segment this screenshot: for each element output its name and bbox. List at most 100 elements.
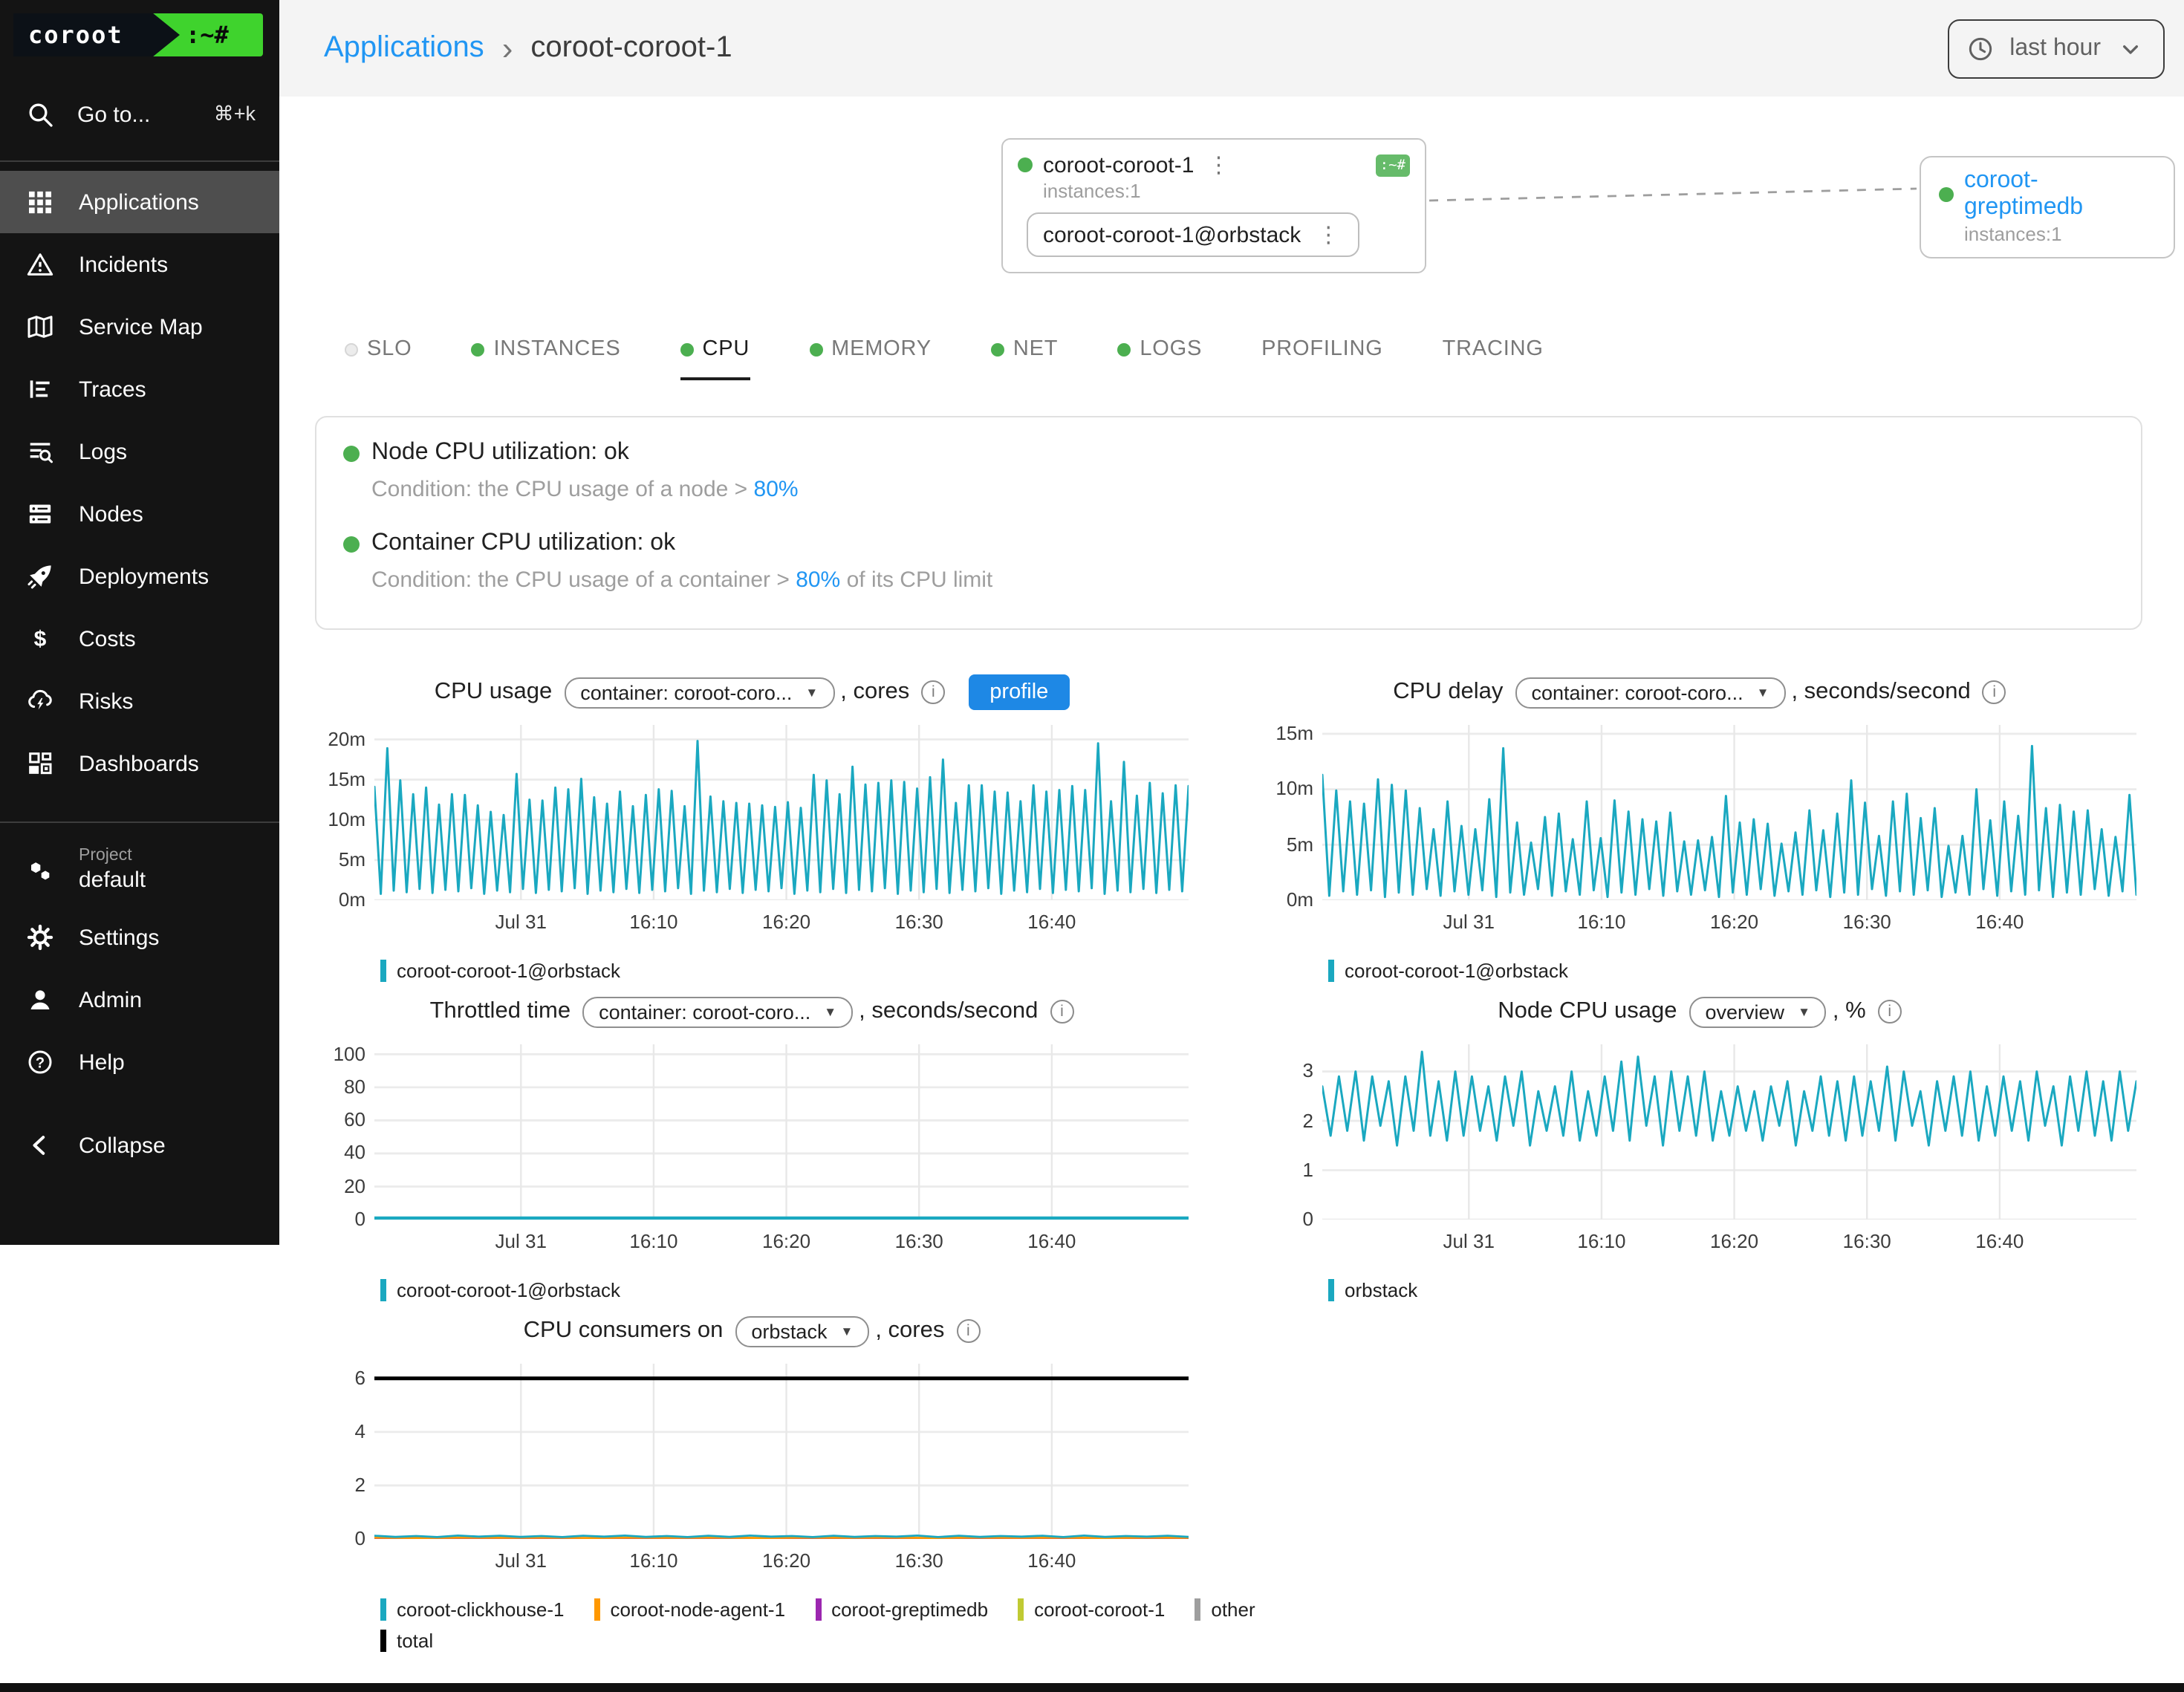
info-icon[interactable]: i [956, 1319, 980, 1343]
sidebar-item-logs[interactable]: Logs [0, 420, 279, 483]
sidebar-item-service-map[interactable]: Service Map [0, 296, 279, 358]
sidebar-item-dashboards[interactable]: Dashboards [0, 732, 279, 795]
series-selector[interactable]: container: coroot-coro...▼ [582, 996, 853, 1027]
info-icon[interactable]: i [921, 680, 945, 704]
y-axis-label: 10m [315, 810, 365, 830]
chart-title: CPU usage [435, 679, 553, 706]
check-condition: Condition: the CPU usage of a container … [371, 566, 2114, 596]
sidebar-item-applications[interactable]: Applications [0, 171, 279, 233]
sidebar-item-costs[interactable]: $Costs [0, 608, 279, 670]
tab-profiling[interactable]: PROFILING [1261, 337, 1383, 380]
sidebar-item-incidents[interactable]: Incidents [0, 233, 279, 296]
legend-item[interactable]: other [1195, 1598, 1255, 1621]
dollar-icon: $ [25, 624, 55, 654]
sidebar-item-settings[interactable]: Settings [0, 906, 279, 969]
tab-label: MEMORY [831, 337, 932, 361]
rocket-icon [25, 562, 55, 591]
info-icon[interactable]: i [1983, 680, 2006, 704]
chart-plot[interactable] [1322, 1044, 2136, 1220]
breadcrumb-applications[interactable]: Applications [324, 31, 484, 65]
threshold-link[interactable]: 80% [796, 567, 840, 593]
y-axis-label: 15m [1263, 723, 1313, 744]
instance-box[interactable]: coroot-coroot-1@orbstack ⋮ [1027, 212, 1359, 257]
tab-instances[interactable]: INSTANCES [471, 337, 620, 380]
sidebar-item-label: Traces [79, 377, 146, 402]
info-icon[interactable]: i [1878, 1000, 1902, 1024]
series-selector[interactable]: overview▼ [1689, 996, 1827, 1027]
breadcrumb-current: coroot-coroot-1 [530, 31, 732, 65]
svg-text:$: $ [34, 627, 47, 651]
legend-swatch [380, 1630, 386, 1652]
tab-net[interactable]: NET [991, 337, 1058, 380]
status-dot [1939, 187, 1954, 202]
x-axis-label: Jul 31 [1443, 911, 1495, 933]
sidebar-item-help[interactable]: ?Help [0, 1031, 279, 1093]
chart-plot[interactable] [374, 725, 1189, 900]
sidebar-item-admin[interactable]: Admin [0, 969, 279, 1031]
coroot-logo[interactable]: coroot :~# [13, 13, 263, 56]
node-selector[interactable]: orbstack▼ [735, 1315, 869, 1347]
sidebar-item-risks[interactable]: Risks [0, 670, 279, 732]
chart-node-cpu-usage: Node CPU usage overview▼ , % i 0123Jul 3… [1263, 994, 2136, 1301]
chart-plot[interactable] [374, 1044, 1189, 1220]
chart-plot[interactable] [374, 1364, 1189, 1539]
x-axis-label: 16:30 [895, 911, 943, 933]
x-axis-label: Jul 31 [495, 911, 547, 933]
chart-title: CPU delay [1393, 679, 1503, 706]
x-axis-label: 16:40 [1027, 1549, 1076, 1572]
sidebar-item-project[interactable]: Project default [0, 835, 279, 906]
apps-grid-icon [25, 187, 55, 217]
goto-search[interactable]: Go to... ⌘+k [0, 89, 279, 140]
terminal-badge[interactable]: :~# [1376, 154, 1410, 176]
legend-item[interactable]: coroot-coroot-1 [1018, 1598, 1165, 1621]
kebab-icon[interactable]: ⋮ [1314, 221, 1342, 248]
sidebar-item-deployments[interactable]: Deployments [0, 545, 279, 608]
tab-label: TRACING [1443, 337, 1544, 361]
threshold-link[interactable]: 80% [754, 477, 799, 502]
legend-item[interactable]: coroot-coroot-1@orbstack [380, 1279, 620, 1301]
sidebar-nav: ApplicationsIncidentsService Map Traces Lo… [0, 171, 279, 795]
info-icon[interactable]: i [1050, 1000, 1073, 1024]
logs-icon [25, 437, 55, 466]
sidebar-item-collapse[interactable]: Collapse [0, 1114, 279, 1177]
legend-item[interactable]: coroot-clickhouse-1 [380, 1598, 564, 1621]
check-title: Node CPU utilization: ok [343, 438, 2114, 468]
chart-throttled-time: Throttled time container: coroot-coro...… [315, 994, 1189, 1301]
legend-swatch [380, 960, 386, 982]
sidebar-item-nodes[interactable]: Nodes [0, 483, 279, 545]
dashboards-icon [25, 749, 55, 778]
sidebar-item-label: Settings [79, 925, 159, 950]
series-selector[interactable]: container: coroot-coro...▼ [1515, 677, 1785, 708]
tab-logs[interactable]: LOGS [1117, 337, 1202, 380]
sidebar-item-label: Logs [79, 439, 127, 464]
user-icon [25, 985, 55, 1015]
project-name: default [79, 868, 146, 896]
legend-item[interactable]: orbstack [1328, 1279, 1417, 1301]
chart-plot[interactable] [1322, 725, 2136, 900]
chart-unit: , seconds/second [1791, 679, 1970, 706]
legend-item[interactable]: coroot-coroot-1@orbstack [1328, 960, 1568, 982]
check-title: Container CPU utilization: ok [343, 529, 2114, 559]
kebab-icon[interactable]: ⋮ [1204, 152, 1232, 178]
coroot-logo-prompt: :~# [186, 21, 229, 49]
dependency-node-link[interactable]: coroot-greptimedb [1964, 168, 2156, 221]
traces-icon [25, 374, 55, 404]
legend-item[interactable]: coroot-greptimedb [815, 1598, 988, 1621]
legend-item[interactable]: total [380, 1630, 433, 1652]
tab-tracing[interactable]: TRACING [1443, 337, 1544, 380]
sidebar-divider [0, 160, 279, 162]
tab-memory[interactable]: MEMORY [809, 337, 932, 380]
profile-button[interactable]: profile [969, 674, 1069, 710]
y-axis-label: 100 [315, 1044, 365, 1064]
tab-label: LOGS [1140, 337, 1202, 361]
tab-cpu[interactable]: CPU [680, 337, 750, 380]
tab-slo[interactable]: SLO [345, 337, 412, 380]
series-selector[interactable]: container: coroot-coro...▼ [564, 677, 834, 708]
coroot-logo-brand: coroot [13, 13, 180, 56]
legend-item[interactable]: coroot-coroot-1@orbstack [380, 960, 620, 982]
legend-item[interactable]: coroot-node-agent-1 [594, 1598, 785, 1621]
tab-status-dot [1117, 342, 1131, 356]
time-range-selector[interactable]: last hour [1947, 19, 2165, 78]
sidebar-item-traces[interactable]: Traces [0, 358, 279, 420]
legend-label: total [397, 1630, 433, 1652]
